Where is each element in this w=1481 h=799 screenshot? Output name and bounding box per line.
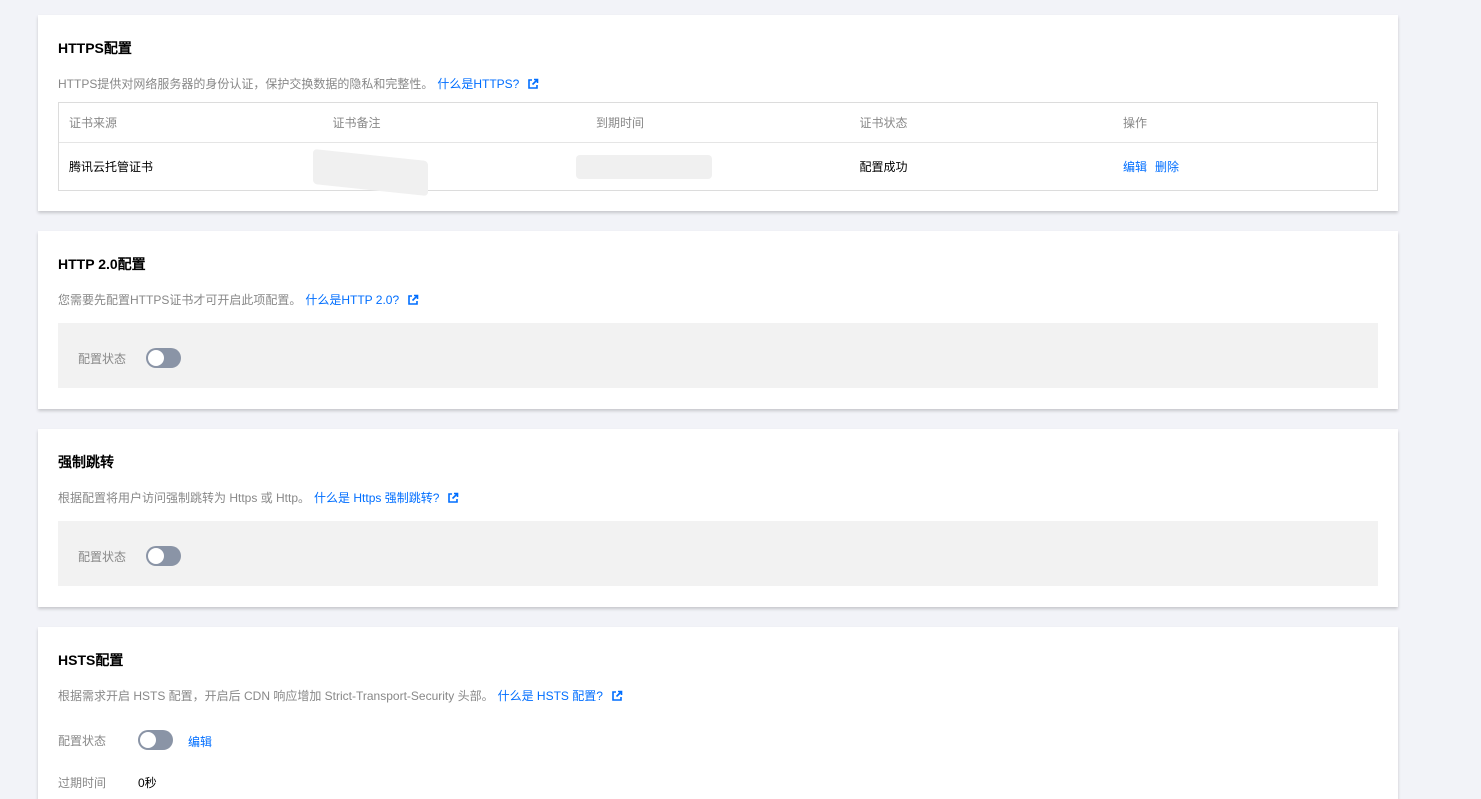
table-row: 腾讯云托管证书 配置成功 编辑 删除 xyxy=(59,143,1377,197)
col-expire-time: 到期时间 xyxy=(596,116,645,130)
cell-cert-note xyxy=(312,143,587,197)
redirect-config-panel: 配置状态 xyxy=(58,521,1378,586)
http2-title: HTTP 2.0配置 xyxy=(58,256,146,272)
redirect-desc-text: 根据配置将用户访问强制跳转为 Https 或 Http。 xyxy=(58,491,311,505)
hsts-desc-text: 根据需求开启 HSTS 配置，开启后 CDN 响应增加 Strict-Trans… xyxy=(58,689,494,703)
http2-card: HTTP 2.0配置 您需要先配置HTTPS证书才可开启此项配置。 什么是HTT… xyxy=(38,231,1398,409)
cell-cert-status: 配置成功 xyxy=(859,160,908,174)
col-cert-source: 证书来源 xyxy=(69,116,118,130)
hsts-desc: 根据需求开启 HSTS 配置，开启后 CDN 响应增加 Strict-Trans… xyxy=(58,687,623,704)
https-title: HTTPS配置 xyxy=(58,40,132,56)
http2-toggle[interactable] xyxy=(146,348,181,368)
col-actions: 操作 xyxy=(1123,116,1148,130)
https-card: HTTPS配置 HTTPS提供对网络服务器的身份认证，保护交换数据的隐私和完整性… xyxy=(38,15,1398,211)
http2-help-link[interactable]: 什么是HTTP 2.0? xyxy=(305,291,399,308)
col-cert-status: 证书状态 xyxy=(859,116,908,130)
toggle-knob xyxy=(140,732,156,748)
edit-cert-link[interactable]: 编辑 xyxy=(1123,158,1147,175)
external-link-icon[interactable] xyxy=(611,690,623,702)
hsts-help-link[interactable]: 什么是 HSTS 配置? xyxy=(498,687,603,704)
https-help-link[interactable]: 什么是HTTPS? xyxy=(437,75,519,92)
certificate-table: 证书来源 证书备注 到期时间 证书状态 操作 腾讯云托管证书 配置成功 编辑 删… xyxy=(58,102,1378,197)
redirect-card: 强制跳转 根据配置将用户访问强制跳转为 Https 或 Http。 什么是 Ht… xyxy=(38,429,1398,607)
redirect-help-link[interactable]: 什么是 Https 强制跳转? xyxy=(314,489,439,506)
https-desc-text: HTTPS提供对网络服务器的身份认证，保护交换数据的隐私和完整性。 xyxy=(58,77,434,91)
cell-actions: 编辑 删除 xyxy=(1113,143,1377,190)
hsts-toggle[interactable] xyxy=(138,730,173,750)
delete-cert-link[interactable]: 删除 xyxy=(1155,158,1179,175)
hsts-expire-value: 0秒 xyxy=(138,776,157,790)
http2-desc-text: 您需要先配置HTTPS证书才可开启此项配置。 xyxy=(58,293,302,307)
redirect-status-label: 配置状态 xyxy=(78,550,127,564)
hsts-edit-link[interactable]: 编辑 xyxy=(188,733,212,750)
hsts-expire-label: 过期时间 xyxy=(58,776,107,790)
hsts-title: HSTS配置 xyxy=(58,652,124,668)
cell-cert-source: 腾讯云托管证书 xyxy=(69,160,154,174)
http2-desc: 您需要先配置HTTPS证书才可开启此项配置。 什么是HTTP 2.0? xyxy=(58,291,419,308)
external-link-icon[interactable] xyxy=(527,78,539,90)
redirect-desc: 根据配置将用户访问强制跳转为 Https 或 Http。 什么是 Https 强… xyxy=(58,489,459,506)
http2-status-label: 配置状态 xyxy=(78,352,127,366)
redacted-expire xyxy=(576,155,712,179)
toggle-knob xyxy=(148,548,164,564)
hsts-card: HSTS配置 根据需求开启 HSTS 配置，开启后 CDN 响应增加 Stric… xyxy=(38,627,1398,799)
external-link-icon[interactable] xyxy=(447,492,459,504)
https-desc: HTTPS提供对网络服务器的身份认证，保护交换数据的隐私和完整性。 什么是HTT… xyxy=(58,75,539,92)
http2-config-panel: 配置状态 xyxy=(58,323,1378,388)
redacted-note xyxy=(312,148,428,197)
redirect-toggle[interactable] xyxy=(146,546,181,566)
redirect-title: 强制跳转 xyxy=(58,454,114,470)
col-cert-note: 证书备注 xyxy=(332,116,381,130)
external-link-icon[interactable] xyxy=(407,294,419,306)
toggle-knob xyxy=(148,350,164,366)
cell-expire-time xyxy=(576,143,850,190)
hsts-status-label: 配置状态 xyxy=(58,734,107,748)
table-header-row: 证书来源 证书备注 到期时间 证书状态 操作 xyxy=(59,103,1377,143)
